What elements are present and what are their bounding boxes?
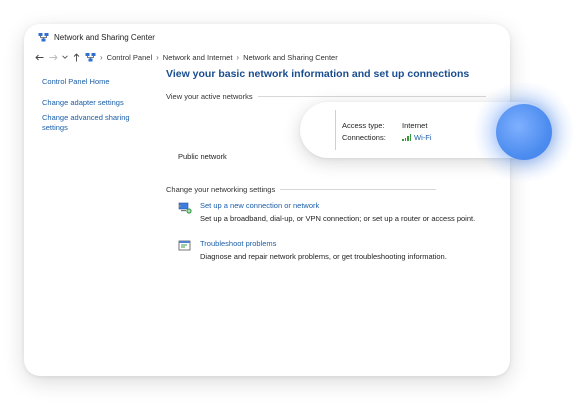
network-sharing-icon (38, 32, 49, 43)
access-type-value: Internet (402, 121, 428, 130)
wifi-signal-icon (402, 134, 411, 141)
address-bar: › Control Panel › Network and Internet ›… (32, 50, 502, 64)
active-networks-header: View your active networks (166, 92, 486, 101)
page-title: View your basic network information and … (166, 68, 470, 80)
troubleshoot-description: Diagnose and repair network problems, or… (200, 252, 447, 261)
setup-connection-link[interactable]: Set up a new connection or network (200, 201, 475, 210)
sidebar-item-control-panel-home[interactable]: Control Panel Home (42, 77, 152, 87)
troubleshoot-link[interactable]: Troubleshoot problems (200, 239, 447, 248)
setup-connection-icon (178, 202, 192, 214)
up-button[interactable] (69, 50, 83, 64)
networking-settings-label: Change your networking settings (166, 185, 276, 194)
breadcrumb-control-panel[interactable]: Control Panel (107, 53, 152, 62)
breadcrumb-separator: › (156, 52, 159, 62)
connections-row: Connections: Wi-Fi (342, 133, 432, 142)
sidebar: Control Panel Home Change adapter settin… (42, 77, 152, 144)
access-type-label: Access type: (342, 121, 385, 130)
back-arrow-icon (34, 54, 43, 60)
title-bar: Network and Sharing Center (38, 30, 155, 44)
sidebar-item-change-adapter-settings[interactable]: Change adapter settings (42, 98, 152, 108)
window-title: Network and Sharing Center (54, 32, 155, 42)
stage: Network and Sharing Center › Control Pan… (0, 0, 576, 404)
control-panel-location-icon (85, 52, 96, 63)
breadcrumb-network-internet[interactable]: Network and Internet (163, 53, 233, 62)
active-networks-label: View your active networks (166, 92, 253, 101)
sidebar-item-change-advanced-sharing[interactable]: Change advanced sharing settings (42, 113, 137, 133)
forward-button[interactable] (46, 50, 60, 64)
networking-settings-header: Change your networking settings (166, 185, 436, 194)
action-troubleshoot: Troubleshoot problems Diagnose and repai… (178, 239, 447, 261)
connections-label: Connections: (342, 133, 386, 142)
divider (257, 96, 486, 97)
wifi-connection-link[interactable]: Wi-Fi (414, 133, 432, 142)
forward-arrow-icon (49, 54, 58, 60)
touch-indicator (496, 104, 552, 160)
action-setup-connection: Set up a new connection or network Set u… (178, 201, 475, 223)
divider (280, 189, 436, 190)
back-button[interactable] (32, 50, 46, 64)
chevron-down-icon (61, 55, 68, 59)
recent-locations-button[interactable] (60, 50, 69, 64)
card-divider (335, 110, 336, 150)
breadcrumb-network-sharing-center[interactable]: Network and Sharing Center (243, 53, 338, 62)
breadcrumb-separator: › (236, 52, 240, 62)
access-type-row: Access type: Internet (342, 121, 427, 130)
setup-connection-description: Set up a broadband, dial-up, or VPN conn… (200, 214, 476, 223)
control-panel-window: Network and Sharing Center › Control Pan… (24, 24, 510, 376)
troubleshoot-icon (178, 240, 192, 252)
breadcrumb-separator: › (100, 52, 103, 62)
up-arrow-icon (73, 52, 79, 61)
network-name: Public network (178, 152, 227, 161)
